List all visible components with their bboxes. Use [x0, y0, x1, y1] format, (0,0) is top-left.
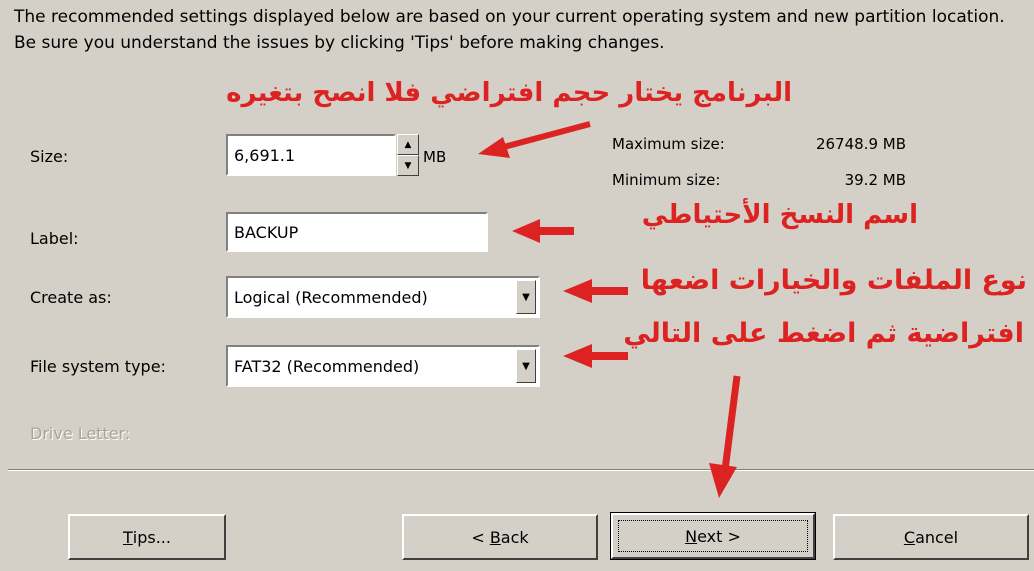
arrow-to-next-icon	[721, 375, 741, 471]
arrowhead-fs-icon	[563, 344, 592, 368]
arrowhead-label-icon	[512, 219, 540, 243]
arrowhead-size-icon	[478, 137, 510, 158]
annotation-arrows	[478, 121, 741, 498]
arrowhead-create-icon	[563, 279, 592, 303]
arrow-to-label-icon	[538, 227, 574, 235]
arrowhead-next-icon	[709, 463, 737, 498]
arrow-to-size-icon	[499, 121, 591, 151]
arrow-to-fs-icon	[590, 352, 628, 360]
arrow-to-create-icon	[590, 287, 628, 295]
